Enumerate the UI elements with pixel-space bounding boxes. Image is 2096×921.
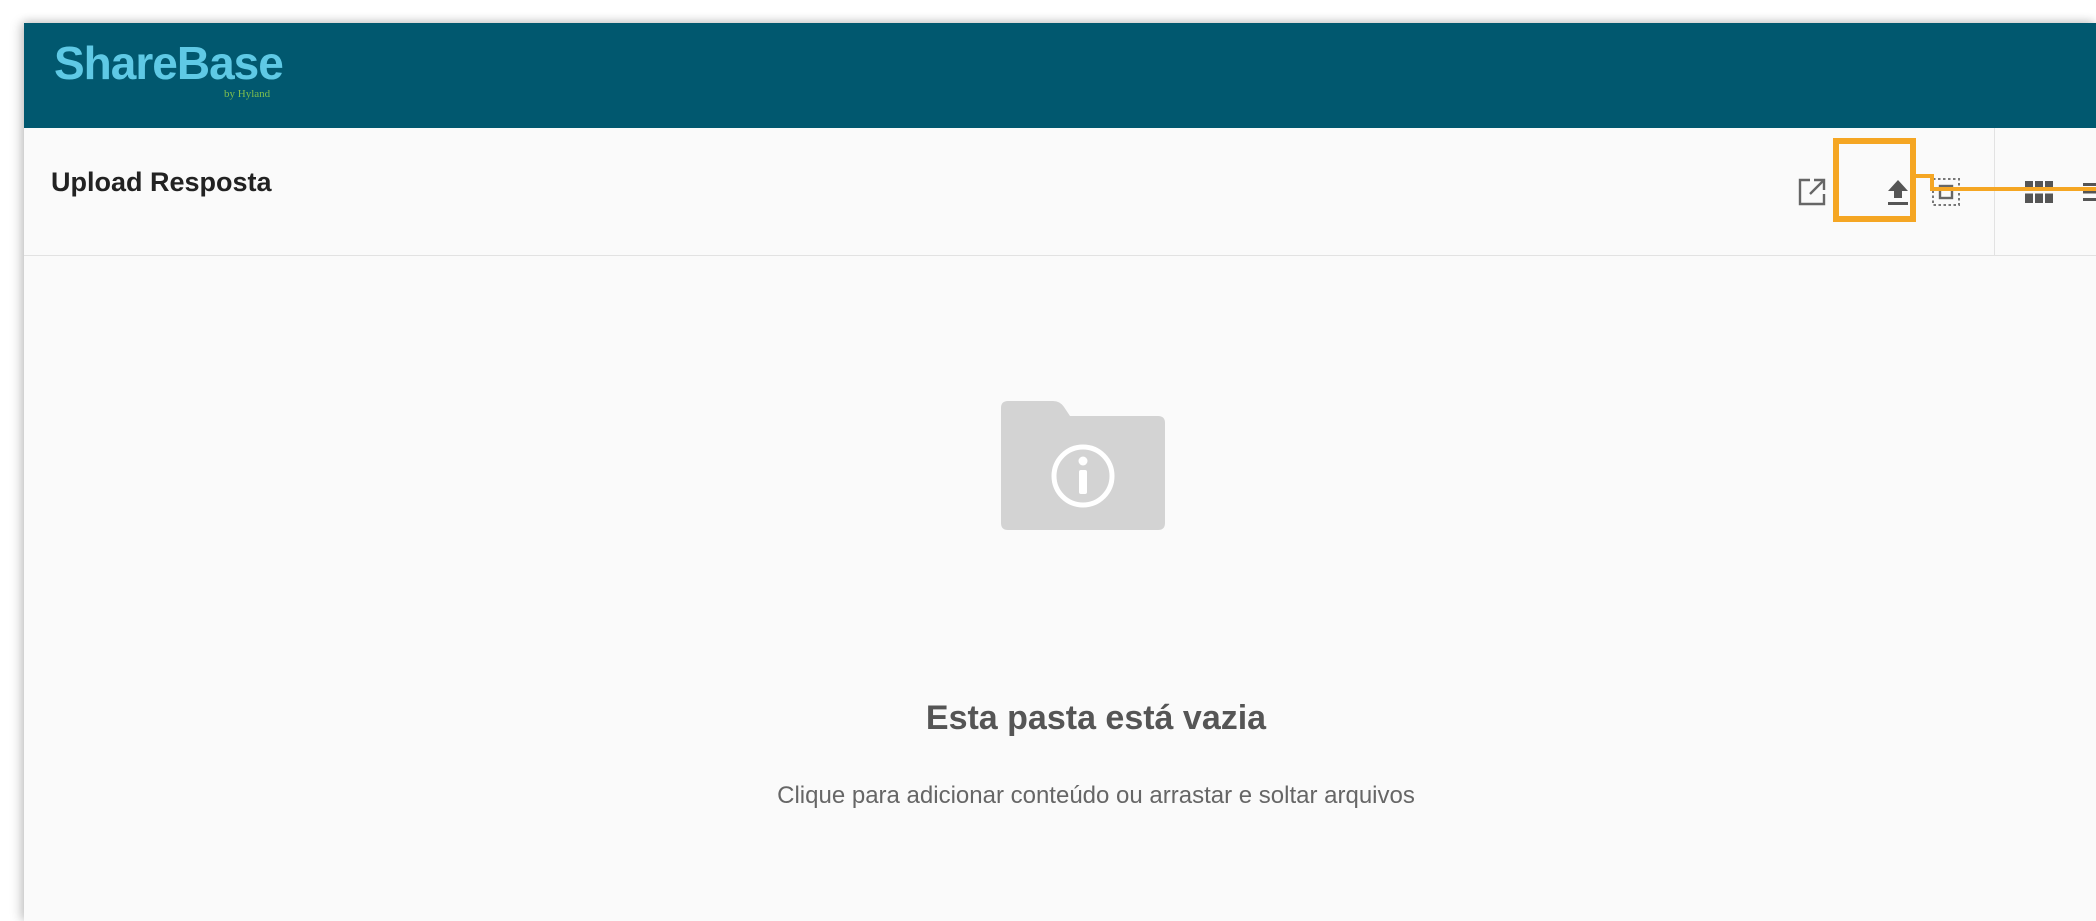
top-header: ShareBase by Hyland [24,23,2096,128]
folder-toolbar: Upload Resposta [24,128,2096,256]
page-title: Upload Resposta [51,167,272,197]
toolbar-divider [1994,128,1995,256]
empty-folder-title: Esta pasta está vazia [925,699,1267,737]
app-window: ShareBase by Hyland Upload Resposta Esta… [24,23,2096,921]
logo-subtext: by Hyland [224,88,271,100]
folder-info-icon [1001,401,1165,530]
sharebase-logo[interactable]: ShareBase by Hyland [54,37,284,100]
list-view-icon[interactable] [2074,128,2096,256]
grid-view-icon[interactable] [2019,128,2059,256]
logo-text: ShareBase [54,37,284,89]
empty-folder-hint[interactable]: Clique para adicionar conteúdo ou arrast… [24,781,2096,811]
select-box-icon[interactable] [1926,128,1966,256]
open-external-icon[interactable] [1792,128,1832,256]
